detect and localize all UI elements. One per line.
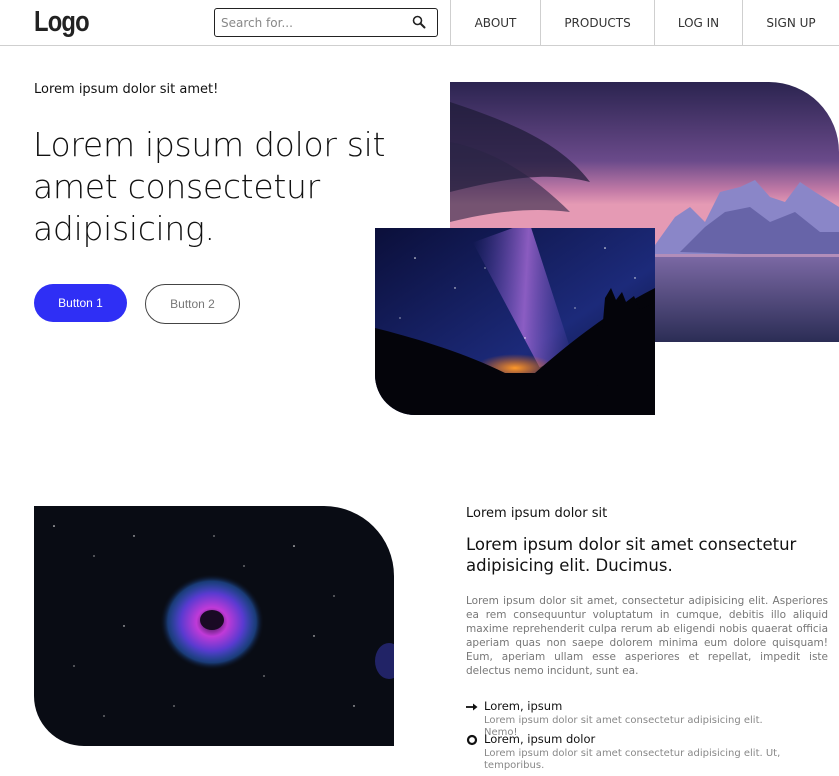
logo[interactable]: Logo (34, 6, 90, 39)
feature-item-label: Lorem, ipsum dolor (484, 732, 596, 746)
search-box (214, 8, 438, 37)
feature-item-desc: Lorem ipsum dolor sit amet consectetur a… (484, 748, 781, 771)
feature-eyebrow: Lorem ipsum dolor sit (466, 506, 608, 521)
nav-login[interactable]: LOG IN (654, 0, 742, 46)
button-1[interactable]: Button 1 (34, 284, 127, 322)
nav-links: ABOUT PRODUCTS LOG IN SIGN UP (450, 0, 839, 46)
feature-body: Lorem ipsum dolor sit amet, consectetur … (466, 595, 828, 677)
nav-products[interactable]: PRODUCTS (540, 0, 654, 46)
top-nav: Logo ABOUT PRODUCTS LOG IN SIGN UP (0, 0, 839, 46)
nav-signup[interactable]: SIGN UP (742, 0, 839, 46)
feature-item-label: Lorem, ipsum (484, 699, 563, 713)
search-input[interactable] (221, 13, 401, 33)
nav-about[interactable]: ABOUT (450, 0, 540, 46)
nebula-image (34, 506, 394, 746)
arrow-right-icon (466, 703, 478, 711)
search-icon[interactable] (412, 15, 426, 29)
button-2[interactable]: Button 2 (145, 284, 240, 324)
hero-eyebrow: Lorem ipsum dolor sit amet! (34, 82, 219, 97)
feature-title: Lorem ipsum dolor sit amet consectetur a… (466, 535, 797, 575)
circle-icon (466, 734, 478, 746)
hero-title: Lorem ipsum dolor sit amet consectetur a… (33, 125, 386, 248)
milky-way-image (375, 228, 655, 415)
